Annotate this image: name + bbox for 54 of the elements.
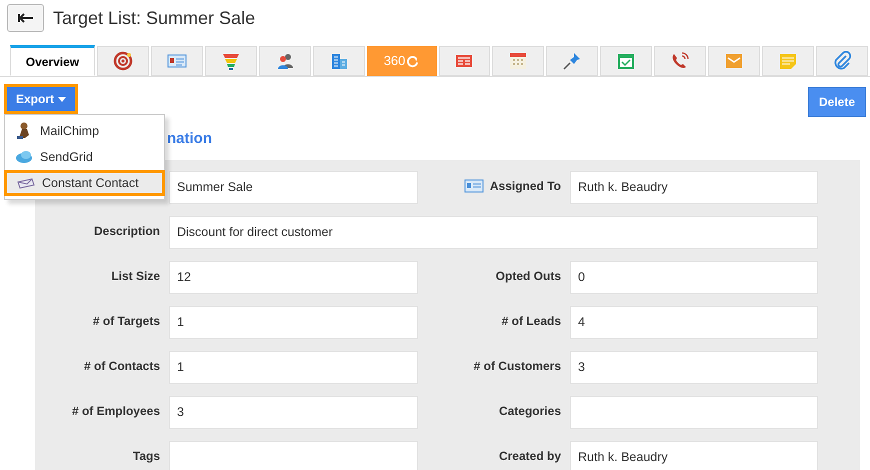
field-label: # of Employees (72, 402, 160, 420)
calendar-icon (508, 51, 528, 71)
field-label: # of Contacts (84, 358, 160, 374)
refresh-icon (406, 54, 420, 68)
funnel-icon (220, 51, 241, 71)
phone-tab[interactable] (654, 46, 706, 76)
field-value: 1 (169, 306, 418, 339)
field-value: 4 (570, 306, 818, 339)
field-label: # of Targets (92, 312, 160, 330)
field-label: # of Leads (502, 312, 561, 330)
calendar-check-tab[interactable] (600, 46, 652, 76)
field-value: Discount for direct customer (169, 216, 818, 249)
back-button[interactable] (7, 4, 44, 32)
export-button[interactable]: Export (7, 87, 76, 111)
field-value: 0 (570, 261, 818, 294)
export-menu-item[interactable]: Constant Contact (4, 170, 165, 196)
export-menu-item[interactable]: SendGrid (5, 144, 164, 170)
calendar-check-icon (616, 51, 636, 71)
field-value: 1 (169, 351, 418, 384)
field-label: Assigned To (490, 178, 561, 194)
overview-tab[interactable]: Overview (10, 45, 95, 76)
field-value: Ruth k. Beaudry (570, 441, 818, 470)
page-title: Target List: Summer Sale (53, 6, 256, 30)
envelope-icon (724, 51, 744, 71)
phone-icon (670, 51, 690, 71)
paperclip-icon (832, 51, 852, 71)
section-title: nation (167, 130, 212, 147)
paperclip-tab[interactable] (816, 46, 868, 76)
export-menu-item[interactable]: MailChimp (5, 118, 164, 144)
back-arrow-icon (18, 13, 34, 23)
note-icon (778, 51, 798, 71)
field-value: 3 (169, 396, 418, 429)
caret-icon (58, 96, 66, 102)
funnel-tab[interactable] (204, 46, 257, 76)
field-label: Opted Outs (496, 268, 561, 284)
id-card-tab[interactable] (150, 46, 203, 76)
field-label: Tags (132, 448, 160, 464)
field-value: Ruth k. Beaudry (570, 171, 818, 204)
field-label: List Size (111, 268, 160, 284)
building-tab[interactable] (312, 46, 365, 76)
field-label: Description (94, 222, 160, 240)
target-tab[interactable] (96, 46, 149, 76)
field-value: 3 (570, 351, 818, 384)
field-label: Created by (498, 448, 561, 464)
field-value: 12 (169, 261, 418, 294)
pushpin-tab[interactable] (546, 46, 598, 76)
pushpin-icon (562, 51, 582, 71)
calendar-tab[interactable] (492, 46, 544, 76)
target-icon (112, 51, 133, 71)
field-label: Categories (498, 402, 561, 420)
people-tab[interactable] (258, 46, 311, 76)
field-value: Summer Sale (169, 171, 418, 204)
field-label: # of Customers (474, 358, 561, 374)
newspaper-tab[interactable] (438, 46, 490, 76)
